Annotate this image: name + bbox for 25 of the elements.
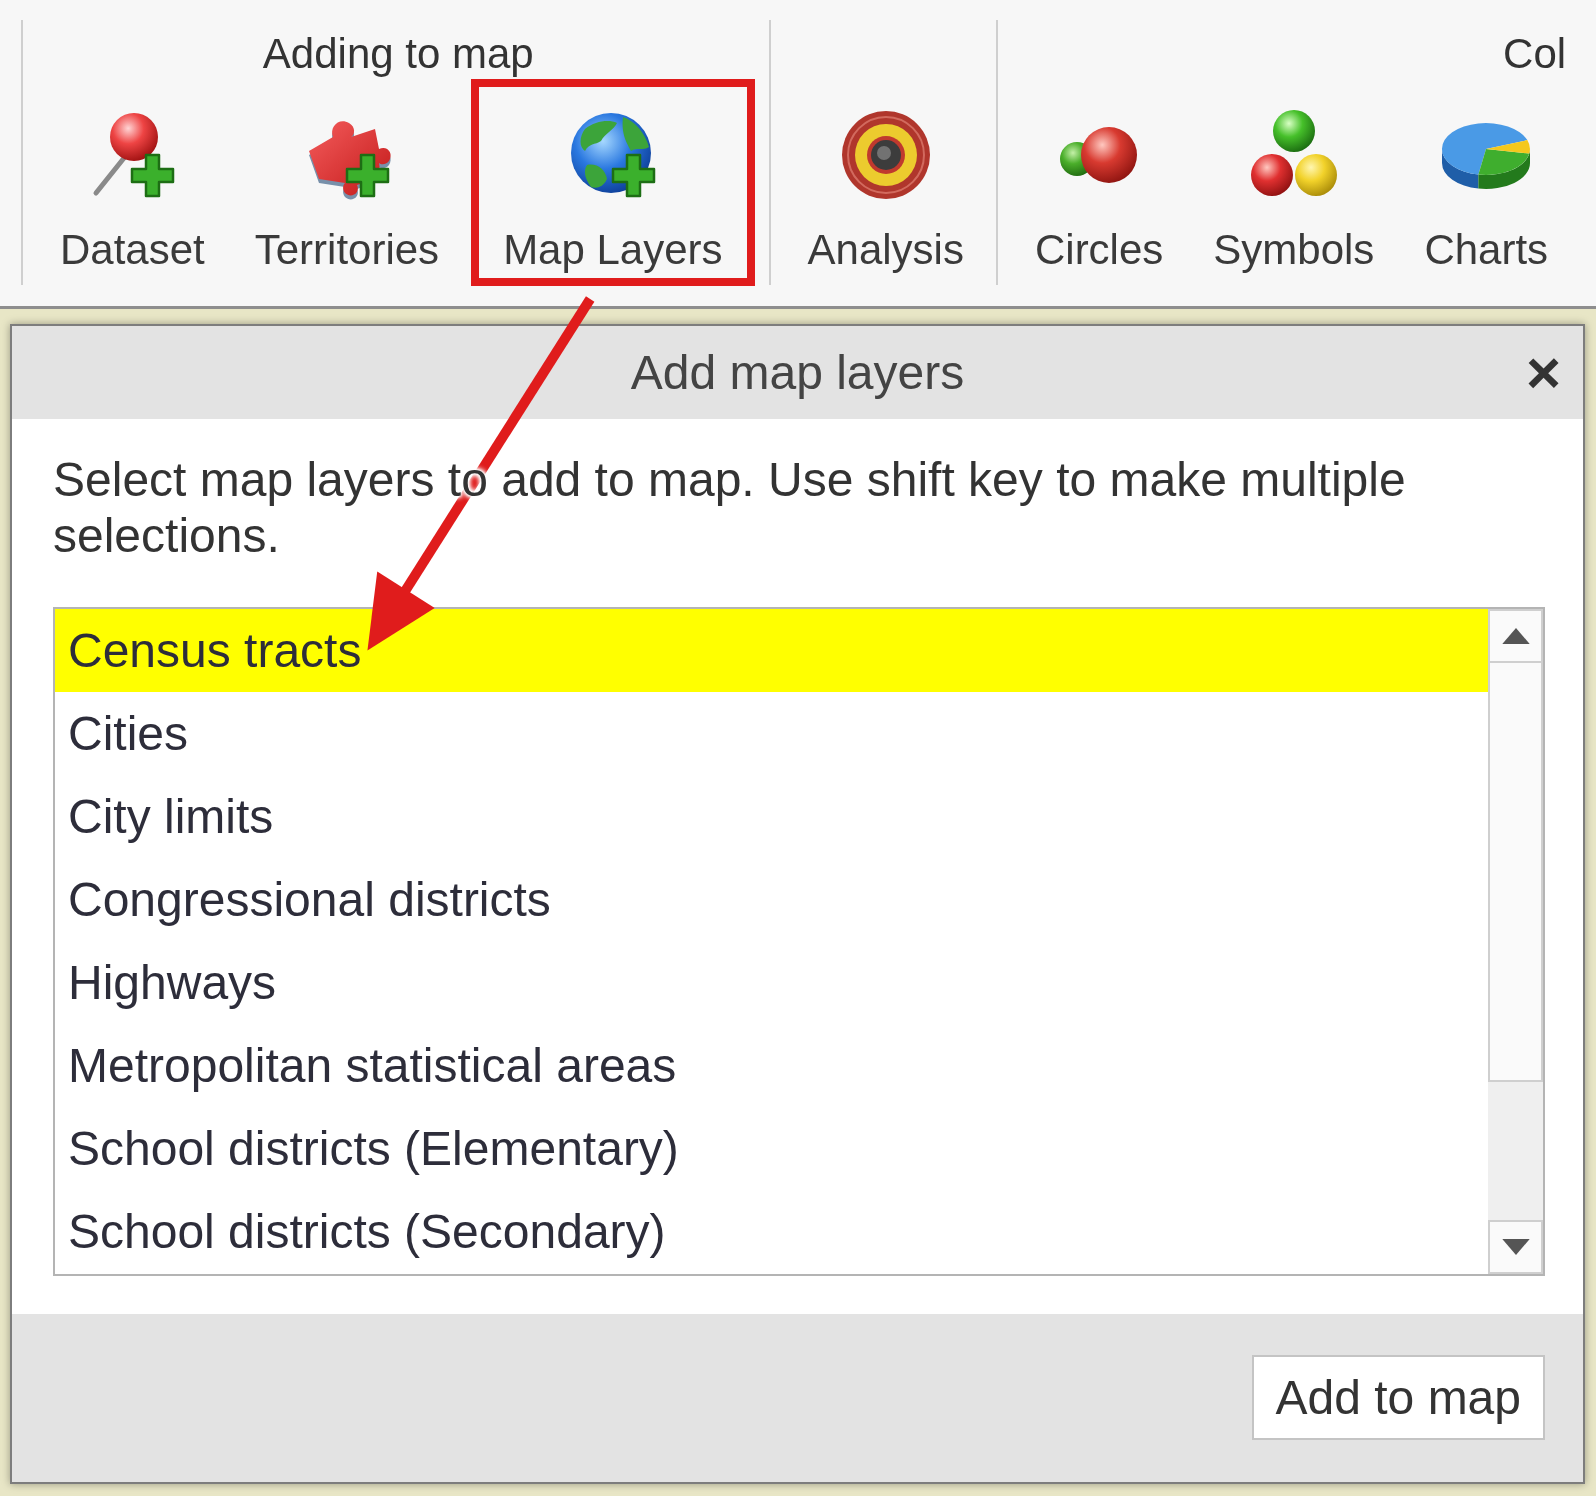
toolbar-button[interactable]: Analysis: [789, 79, 982, 286]
scroll-up-button[interactable]: [1488, 609, 1543, 663]
list-item[interactable]: School districts (Secondary): [55, 1190, 1488, 1273]
list-item[interactable]: City limits: [55, 775, 1488, 858]
list-item[interactable]: Metropolitan statistical areas: [55, 1024, 1488, 1107]
toolbar-button[interactable]: Charts: [1406, 79, 1567, 286]
toolbar-button[interactable]: Map Layers: [471, 79, 755, 286]
list-item[interactable]: Congressional districts: [55, 858, 1488, 941]
toolbar-button[interactable]: Territories: [236, 79, 458, 286]
toolbar-button[interactable]: Circles: [1016, 79, 1182, 286]
scrollbar-thumb[interactable]: [1488, 663, 1543, 1082]
caret-up-icon: [1501, 628, 1530, 644]
caret-down-icon: [1501, 1239, 1530, 1255]
toolbar-button[interactable]: Symbols: [1195, 79, 1393, 286]
dialog-title: Add map layers: [630, 345, 965, 400]
scroll-down-button[interactable]: [1488, 1220, 1543, 1274]
list-item[interactable]: Highways: [55, 941, 1488, 1024]
list-item[interactable]: Cities: [55, 692, 1488, 775]
list-item[interactable]: School districts (Elementary): [55, 1107, 1488, 1190]
dialog-button[interactable]: Add to map: [1251, 1355, 1545, 1440]
group-label: Col: [1503, 28, 1567, 79]
list-item[interactable]: Census tracts: [55, 609, 1488, 692]
group-label: Adding to map: [262, 28, 534, 79]
close-button[interactable]: ×: [1519, 342, 1567, 403]
toolbar-button[interactable]: Dataset: [42, 79, 223, 286]
